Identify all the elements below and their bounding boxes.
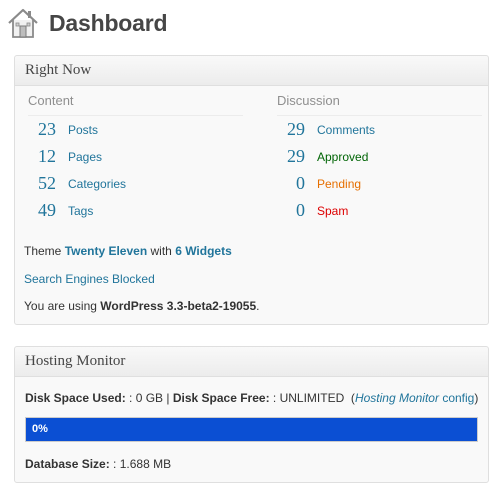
right-now-title: Right Now	[25, 62, 92, 78]
hosting-monitor-title: Hosting Monitor	[25, 353, 126, 369]
theme-mid: with	[147, 244, 176, 258]
config-link-suffix: config	[438, 391, 475, 405]
disk-free-value: : UNLIMITED (	[272, 391, 355, 405]
config-link-name: Hosting Monitor	[354, 391, 439, 405]
stat-row-pages: 12 Pages	[28, 143, 243, 170]
version-info: You are using WordPress 3.3-beta2-19055.	[24, 299, 260, 313]
database-size-info: Database Size: : 1.688 MB	[25, 457, 171, 471]
page-header: Dashboard	[6, 4, 168, 42]
hosting-monitor-header[interactable]: Hosting Monitor	[15, 347, 488, 377]
right-now-header[interactable]: Right Now	[15, 56, 488, 86]
pages-count[interactable]: 12	[28, 146, 56, 167]
theme-link[interactable]: Twenty Eleven	[65, 244, 147, 258]
hosting-monitor-widget: Hosting Monitor Disk Space Used: : 0 GB …	[14, 346, 489, 483]
discussion-column: Discussion 29 Comments 29 Approved 0 Pen…	[277, 92, 482, 224]
disk-used-value: : 0 GB |	[129, 391, 173, 405]
posts-link[interactable]: Posts	[68, 123, 98, 137]
stat-row-posts: 23 Posts	[28, 116, 243, 143]
disk-used-label: Disk Space Used:	[25, 391, 130, 405]
right-now-widget: Right Now Content 23 Posts 12 Pages 52 C…	[14, 55, 489, 325]
progress-fill	[26, 418, 477, 441]
comments-count[interactable]: 29	[277, 119, 305, 140]
close-paren: )	[474, 391, 479, 405]
progress-text: 0%	[32, 423, 48, 435]
posts-count[interactable]: 23	[28, 119, 56, 140]
widgets-link[interactable]: 6 Widgets	[175, 244, 232, 258]
version-prefix: You are using	[24, 299, 101, 313]
db-size-value: : 1.688 MB	[113, 457, 172, 471]
pending-count[interactable]: 0	[277, 173, 305, 194]
spam-count[interactable]: 0	[277, 200, 305, 221]
page-title: Dashboard	[49, 9, 168, 36]
stat-row-tags: 49 Tags	[28, 197, 243, 224]
pending-link[interactable]: Pending	[317, 177, 361, 191]
tags-count[interactable]: 49	[28, 200, 56, 221]
approved-link[interactable]: Approved	[317, 150, 368, 164]
stat-row-pending: 0 Pending	[277, 170, 482, 197]
wordpress-version: WordPress 3.3-beta2-19055	[100, 299, 257, 313]
categories-link[interactable]: Categories	[68, 177, 126, 191]
stat-row-comments: 29 Comments	[277, 116, 482, 143]
home-icon	[8, 8, 38, 38]
hosting-monitor-config-link[interactable]: Hosting Monitor config	[355, 391, 474, 405]
tags-link[interactable]: Tags	[68, 204, 93, 218]
approved-count[interactable]: 29	[277, 146, 305, 167]
content-column: Content 23 Posts 12 Pages 52 Categories …	[28, 92, 243, 224]
spam-link[interactable]: Spam	[317, 204, 348, 218]
content-heading: Content	[28, 92, 243, 116]
theme-info: Theme Twenty Eleven with 6 Widgets	[24, 244, 232, 258]
disk-usage-progress-bar: 0%	[25, 417, 478, 442]
disk-free-label: Disk Space Free:	[172, 391, 273, 405]
db-size-label: Database Size:	[25, 457, 114, 471]
search-engines-blocked-link[interactable]: Search Engines Blocked	[24, 272, 155, 286]
stat-row-categories: 52 Categories	[28, 170, 243, 197]
theme-prefix: Theme	[24, 244, 65, 258]
categories-count[interactable]: 52	[28, 173, 56, 194]
pages-link[interactable]: Pages	[68, 150, 102, 164]
discussion-heading: Discussion	[277, 92, 482, 116]
version-suffix: .	[256, 299, 260, 313]
stat-row-spam: 0 Spam	[277, 197, 482, 224]
seo-info: Search Engines Blocked	[24, 272, 155, 286]
stat-row-approved: 29 Approved	[277, 143, 482, 170]
comments-link[interactable]: Comments	[317, 123, 375, 137]
disk-space-info: Disk Space Used: : 0 GB | Disk Space Fre…	[25, 391, 478, 405]
